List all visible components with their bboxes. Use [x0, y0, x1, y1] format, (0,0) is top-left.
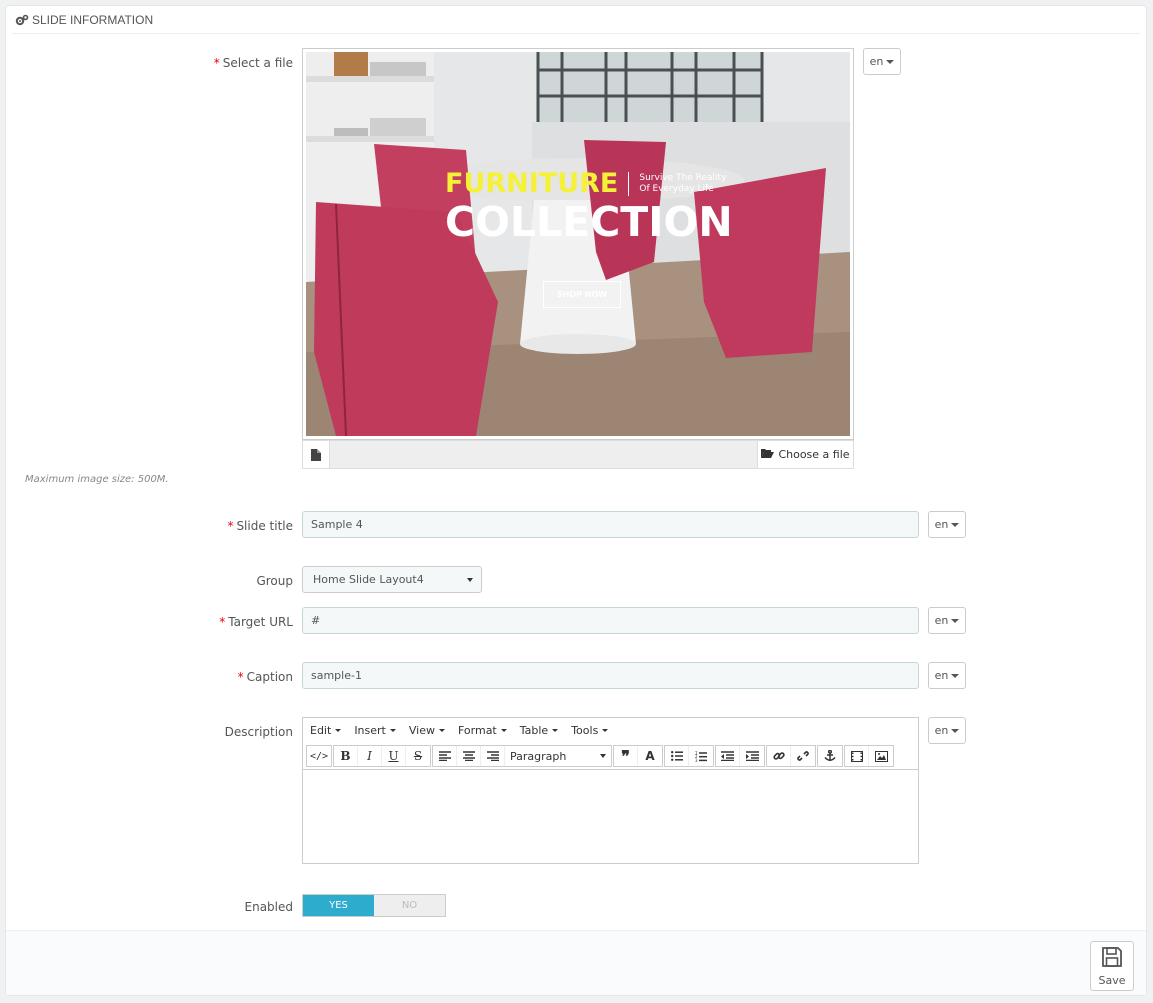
- file-name-field[interactable]: [330, 441, 757, 468]
- slide-title-input[interactable]: Sample 4: [302, 511, 919, 538]
- unlink-icon[interactable]: [791, 746, 815, 766]
- caret-down-icon: [389, 729, 396, 732]
- block-format-select[interactable]: Paragraph: [505, 746, 611, 766]
- file-upload-bar: Choose a file: [302, 440, 854, 469]
- slide-title-label: * Slide title: [227, 519, 293, 533]
- floppy-disk-icon: [1101, 946, 1123, 971]
- save-button[interactable]: Save: [1090, 941, 1134, 991]
- caret-down-icon: [438, 729, 445, 732]
- file-lang-dropdown[interactable]: en: [863, 48, 901, 75]
- slide-tagline-line1: Survive The Reality: [639, 172, 727, 183]
- menu-table[interactable]: Table: [520, 724, 559, 737]
- image-icon[interactable]: [869, 746, 893, 766]
- enabled-no-option[interactable]: NO: [374, 895, 445, 916]
- slide-information-panel: SLIDE INFORMATION * Select a file FURNIT…: [5, 5, 1147, 996]
- outdent-icon[interactable]: [716, 746, 740, 766]
- italic-icon[interactable]: I: [358, 746, 382, 766]
- link-icon[interactable]: [767, 746, 791, 766]
- caret-down-icon: [951, 673, 960, 678]
- caption-lang-dropdown[interactable]: en: [928, 662, 966, 689]
- slide-tagline-line2: Of Everyday Life: [639, 183, 714, 194]
- enabled-label: Enabled: [244, 900, 294, 914]
- description-lang-dropdown[interactable]: en: [928, 717, 966, 744]
- text-color-icon[interactable]: A: [638, 746, 662, 766]
- caret-down-icon: [500, 729, 507, 732]
- enabled-toggle: YES NO: [302, 894, 446, 917]
- description-editor: Edit Insert View Format Table Tools </> …: [302, 717, 919, 864]
- caption-label: * Caption: [237, 670, 293, 684]
- target-url-input[interactable]: #: [302, 607, 919, 634]
- choose-file-button[interactable]: Choose a file: [757, 441, 853, 468]
- align-right-icon[interactable]: [481, 746, 505, 766]
- editor-menubar: Edit Insert View Format Table Tools: [303, 718, 918, 743]
- file-icon: [303, 441, 330, 468]
- group-select[interactable]: Home Slide Layout4: [302, 566, 482, 593]
- group-label: Group: [256, 574, 293, 588]
- anchor-icon[interactable]: [818, 746, 842, 766]
- caret-down-icon: [600, 754, 606, 758]
- caret-down-icon: [951, 728, 960, 733]
- caret-down-icon: [951, 618, 960, 623]
- align-center-icon[interactable]: [457, 746, 481, 766]
- menu-format[interactable]: Format: [458, 724, 507, 737]
- editor-content-area[interactable]: [303, 770, 918, 863]
- menu-edit[interactable]: Edit: [310, 724, 342, 737]
- svg-text:3: 3: [695, 757, 698, 761]
- caption-input[interactable]: sample-1: [302, 662, 919, 689]
- panel-heading: SLIDE INFORMATION: [12, 6, 1140, 34]
- panel-footer: Save: [6, 930, 1146, 995]
- max-image-size-hint: Maximum image size: 500M.: [25, 474, 169, 485]
- menu-tools[interactable]: Tools: [571, 724, 609, 737]
- caret-down-icon: [951, 522, 960, 527]
- bold-icon[interactable]: B: [334, 746, 358, 766]
- numbered-list-icon[interactable]: 123: [689, 746, 713, 766]
- slide-image: FURNITURE Survive The Reality Of Everyda…: [306, 52, 850, 436]
- target-url-lang-dropdown[interactable]: en: [928, 607, 966, 634]
- target-url-label: * Target URL: [219, 615, 293, 629]
- blockquote-icon[interactable]: ❞: [614, 746, 638, 766]
- source-code-icon[interactable]: </>: [307, 746, 331, 766]
- bullet-list-icon[interactable]: [665, 746, 689, 766]
- caret-down-icon: [886, 59, 895, 64]
- description-label: Description: [224, 725, 293, 739]
- enabled-yes-option[interactable]: YES: [303, 895, 374, 916]
- caret-down-icon: [467, 578, 473, 582]
- indent-icon[interactable]: [740, 746, 764, 766]
- slide-headline-word1: FURNITURE: [445, 168, 619, 199]
- editor-toolbar: </> B I U S Paragraph ❞ A 1 2 3: [303, 743, 918, 770]
- menu-view[interactable]: View: [409, 724, 445, 737]
- caret-down-icon: [602, 729, 609, 732]
- caret-down-icon: [552, 729, 559, 732]
- cogs-icon: [15, 14, 29, 26]
- slide-headline-word2: COLLECTION: [445, 198, 733, 246]
- slide-title-lang-dropdown[interactable]: en: [928, 511, 966, 538]
- slide-image-preview: FURNITURE Survive The Reality Of Everyda…: [302, 48, 854, 440]
- menu-insert[interactable]: Insert: [354, 724, 396, 737]
- align-left-icon[interactable]: [433, 746, 457, 766]
- folder-open-icon: [761, 448, 775, 461]
- select-file-label: * Select a file: [213, 56, 293, 70]
- slide-headline-row: FURNITURE Survive The Reality Of Everyda…: [445, 168, 726, 199]
- strikethrough-icon[interactable]: S: [406, 746, 430, 766]
- slide-cta-button: SHOP NOW: [543, 281, 621, 308]
- video-icon[interactable]: [845, 746, 869, 766]
- caret-down-icon: [335, 729, 342, 732]
- panel-title: SLIDE INFORMATION: [32, 12, 154, 27]
- underline-icon[interactable]: U: [382, 746, 406, 766]
